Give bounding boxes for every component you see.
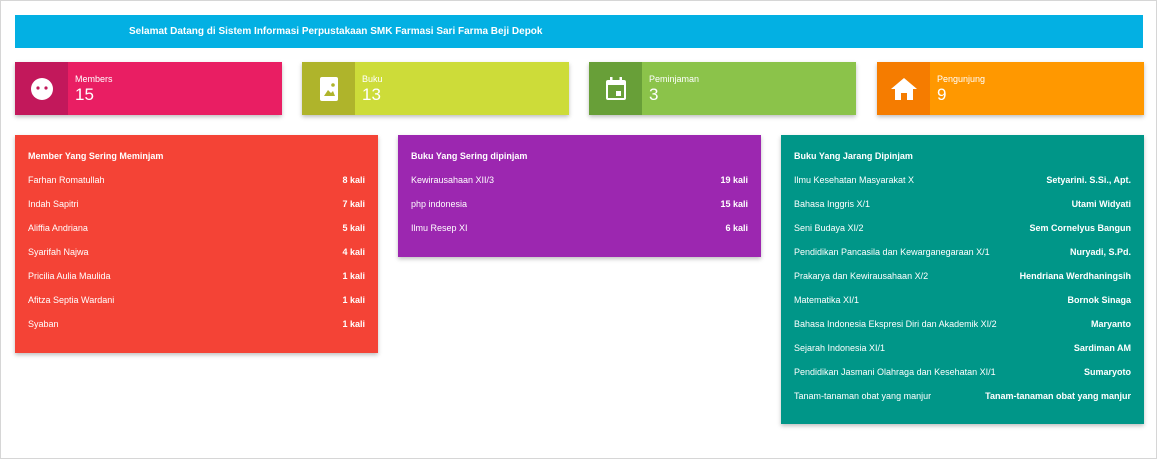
- members-label: Members: [75, 74, 113, 84]
- borrow-count: 1 kali: [342, 319, 365, 329]
- members-count: 15: [75, 85, 94, 104]
- peminjaman-stat-card[interactable]: Peminjaman 3: [589, 62, 856, 115]
- borrow-count: 8 kali: [342, 175, 365, 185]
- borrow-count: 15 kali: [720, 199, 748, 209]
- book-title: Prakarya dan Kewirausahaan X/2: [794, 271, 929, 281]
- list-item: Matematika XI/1 Bornok Sinaga: [794, 294, 1131, 318]
- buku-stat-card[interactable]: Buku 13: [302, 62, 569, 115]
- frequent-books-panel: Buku Yang Sering dipinjam Kewirausahaan …: [398, 135, 761, 257]
- list-item: Aliffia Andriana 5 kali: [28, 222, 365, 246]
- list-item: Pendidikan Pancasila dan Kewarganegaraan…: [794, 246, 1131, 270]
- welcome-banner: Selamat Datang di Sistem Informasi Perpu…: [15, 15, 1143, 48]
- book-author: Hendriana Werdhaningsih: [1019, 271, 1131, 281]
- pengunjung-label: Pengunjung: [937, 74, 986, 84]
- list-item: Tanam-tanaman obat yang manjur Tanam-tana…: [794, 390, 1131, 414]
- book-title: Kewirausahaan XII/3: [411, 175, 495, 185]
- welcome-text: Selamat Datang di Sistem Informasi Perpu…: [129, 26, 543, 37]
- list-item: Seni Budaya XI/2 Sem Cornelyus Bangun: [794, 222, 1131, 246]
- home-icon: [877, 62, 930, 115]
- rare-books-panel: Buku Yang Jarang Dipinjam Ilmu Kesehatan…: [781, 135, 1144, 424]
- book-author: Setyarini. S.Si., Apt.: [1046, 175, 1131, 185]
- borrow-count: 1 kali: [342, 271, 365, 281]
- member-name: Farhan Romatullah: [28, 175, 105, 185]
- list-item: Indah Sapitri 7 kali: [28, 198, 365, 222]
- list-item: Pendidikan Jasmani Olahraga dan Kesehata…: [794, 366, 1131, 390]
- list-item: Ilmu Resep XI 6 kali: [411, 222, 748, 246]
- book-title: Bahasa Inggris X/1: [794, 199, 871, 209]
- borrow-count: 6 kali: [725, 223, 748, 233]
- book-title: Tanam-tanaman obat yang manjur: [794, 391, 932, 401]
- member-name: Afitza Septia Wardani: [28, 295, 115, 305]
- book-author: Utami Widyati: [1071, 199, 1131, 209]
- list-item: php indonesia 15 kali: [411, 198, 748, 222]
- member-name: Indah Sapitri: [28, 199, 79, 209]
- borrow-count: 4 kali: [342, 247, 365, 257]
- book-title: Sejarah Indonesia XI/1: [794, 343, 886, 353]
- list-item: Ilmu Kesehatan Masyarakat X Setyarini. S.…: [794, 174, 1131, 198]
- member-name: Syaban: [28, 319, 59, 329]
- book-author: Tanam-tanaman obat yang manjur: [985, 391, 1131, 401]
- member-name: Pricilia Aulia Maulida: [28, 271, 111, 281]
- peminjaman-count: 3: [649, 85, 659, 104]
- frequent-members-panel: Member Yang Sering Meminjam Farhan Romat…: [15, 135, 378, 353]
- list-item: Bahasa Indonesia Ekspresi Diri dan Akade…: [794, 318, 1131, 342]
- borrow-count: 19 kali: [720, 175, 748, 185]
- pengunjung-stat-card[interactable]: Pengunjung 9: [877, 62, 1144, 115]
- book-icon: [302, 62, 355, 115]
- book-title: Seni Budaya XI/2: [794, 223, 864, 233]
- borrow-count: 1 kali: [342, 295, 365, 305]
- peminjaman-label: Peminjaman: [649, 74, 700, 84]
- buku-label: Buku: [362, 74, 383, 84]
- book-title: php indonesia: [411, 199, 468, 209]
- book-author: Nuryadi, S.Pd.: [1069, 247, 1131, 257]
- list-item: Pricilia Aulia Maulida 1 kali: [28, 270, 365, 294]
- book-title: Pendidikan Jasmani Olahraga dan Kesehata…: [794, 367, 996, 377]
- borrow-count: 7 kali: [342, 199, 365, 209]
- list-item: Bahasa Inggris X/1 Utami Widyati: [794, 198, 1131, 222]
- panel-title: Buku Yang Jarang Dipinjam: [794, 151, 913, 161]
- panel-title: Member Yang Sering Meminjam: [28, 151, 164, 161]
- book-author: Bornok Sinaga: [1067, 295, 1131, 305]
- list-item: Kewirausahaan XII/3 19 kali: [411, 174, 748, 198]
- member-name: Aliffia Andriana: [28, 223, 88, 233]
- list-item: Sejarah Indonesia XI/1 Sardiman AM: [794, 342, 1131, 366]
- panel-title: Buku Yang Sering dipinjam: [411, 151, 528, 161]
- book-author: Maryanto: [1090, 319, 1131, 329]
- buku-count: 13: [362, 85, 381, 104]
- book-author: Sem Cornelyus Bangun: [1029, 223, 1131, 233]
- list-item: Prakarya dan Kewirausahaan X/2 Hendriana …: [794, 270, 1131, 294]
- book-title: Matematika XI/1: [794, 295, 860, 305]
- member-name: Syarifah Najwa: [28, 247, 89, 257]
- book-author: Sardiman AM: [1073, 343, 1131, 353]
- face-icon: [15, 62, 68, 115]
- calendar-icon: [589, 62, 642, 115]
- members-stat-card[interactable]: Members 15: [15, 62, 282, 115]
- book-title: Bahasa Indonesia Ekspresi Diri dan Akade…: [794, 319, 997, 329]
- list-item: Syarifah Najwa 4 kali: [28, 246, 365, 270]
- book-title: Ilmu Kesehatan Masyarakat X: [794, 175, 915, 185]
- book-title: Ilmu Resep XI: [411, 223, 468, 233]
- book-title: Pendidikan Pancasila dan Kewarganegaraan…: [794, 247, 990, 257]
- book-author: Sumaryoto: [1083, 367, 1131, 377]
- pengunjung-count: 9: [937, 85, 947, 104]
- list-item: Farhan Romatullah 8 kali: [28, 174, 365, 198]
- list-item: Syaban 1 kali: [28, 318, 365, 342]
- list-item: Afitza Septia Wardani 1 kali: [28, 294, 365, 318]
- borrow-count: 5 kali: [342, 223, 365, 233]
